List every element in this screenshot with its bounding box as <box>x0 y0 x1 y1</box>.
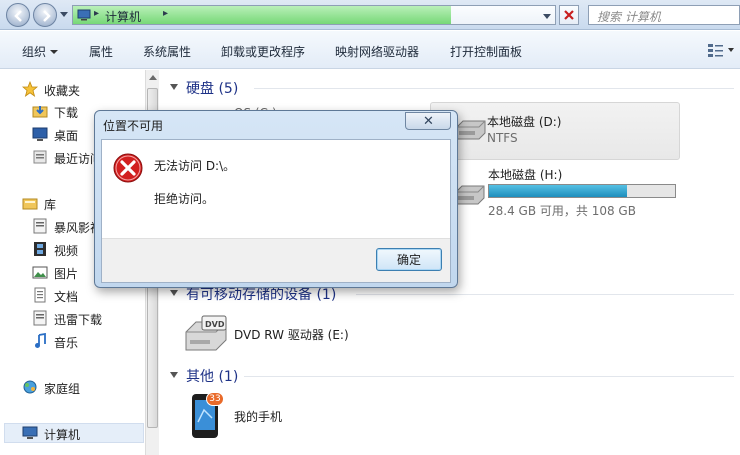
sidebar-item-label: 图片 <box>54 267 79 281</box>
recent-places-icon <box>33 150 47 164</box>
error-icon <box>113 153 143 183</box>
error-detail: 拒绝访问。 <box>154 192 215 206</box>
notification-badge: 33 <box>206 392 224 406</box>
homegroup-icon <box>23 380 37 394</box>
address-field[interactable]: ▸ 计算机 ▸ <box>72 5 556 25</box>
forward-button[interactable] <box>33 3 57 27</box>
hard-drive-icon[interactable] <box>454 184 486 206</box>
film-icon <box>34 242 46 256</box>
uninstall-program-button[interactable]: 卸载或更改程序 <box>221 43 305 60</box>
sidebar-item-label: 下载 <box>54 106 79 120</box>
library-document-icon <box>33 310 47 326</box>
computer-icon <box>77 9 91 21</box>
dvd-drive-icon[interactable]: DVD <box>182 310 230 354</box>
command-bar: 组织 属性 系统属性 卸载或更改程序 映射网络驱动器 打开控制面板 <box>0 31 740 69</box>
desktop-icon <box>32 127 48 141</box>
dvd-drive-label[interactable]: DVD RW 驱动器 (E:) <box>234 326 349 343</box>
arrow-right-icon <box>43 10 51 22</box>
sidebar-item-label: 迅雷下载 <box>54 313 103 327</box>
library-icon <box>22 198 38 210</box>
drive-d-name: 本地磁盘 (D:) <box>487 115 562 129</box>
drive-h-name[interactable]: 本地磁盘 (H:) <box>488 166 562 183</box>
breadcrumb-chevron-icon[interactable]: ▸ <box>163 8 168 19</box>
dialog-close-button[interactable]: ✕ <box>405 112 451 130</box>
collapse-icon <box>170 84 178 90</box>
group-divider <box>244 376 734 377</box>
sidebar-item-label: 视频 <box>54 244 79 258</box>
computer-icon <box>22 426 38 439</box>
group-divider <box>356 294 734 295</box>
search-placeholder: 搜索 计算机 <box>597 10 661 24</box>
close-icon: ✕ <box>423 114 434 129</box>
sidebar-item-label: 文档 <box>54 290 79 304</box>
sidebar-item-label: 音乐 <box>54 336 79 350</box>
scroll-up-icon[interactable] <box>149 75 157 80</box>
organize-button[interactable]: 组织 <box>22 43 59 60</box>
open-control-panel-button[interactable]: 打开控制面板 <box>450 43 522 60</box>
phone-device[interactable]: 33 <box>190 390 224 440</box>
group-label: 其他 (1) <box>186 369 239 385</box>
collapse-icon <box>170 290 178 296</box>
dialog-title: 位置不可用 <box>103 119 164 133</box>
address-bar-region: ▸ 计算机 ▸ 搜索 计算机 <box>0 0 740 30</box>
document-icon <box>34 287 46 303</box>
recent-pages-dropdown[interactable] <box>60 10 68 18</box>
picture-icon <box>32 266 48 279</box>
address-dropdown-icon[interactable] <box>543 12 551 20</box>
system-properties-button[interactable]: 系统属性 <box>143 43 191 60</box>
library-document-icon <box>33 218 47 234</box>
sidebar-item-label: 桌面 <box>54 129 79 143</box>
sidebar-item-label: 计算机 <box>44 428 81 442</box>
phone-label[interactable]: 我的手机 <box>234 408 282 425</box>
error-message: 无法访问 D:\。 <box>154 159 236 173</box>
arrow-left-icon <box>14 10 22 22</box>
dialog-footer: 确定 <box>102 238 450 282</box>
collapse-icon <box>170 372 178 378</box>
group-label: 硬盘 (5) <box>186 81 239 97</box>
search-input[interactable]: 搜索 计算机 <box>588 5 740 25</box>
drive-d-tile[interactable]: 本地磁盘 (D:) NTFS <box>430 102 680 160</box>
chevron-down-icon <box>50 50 59 54</box>
svg-text:DVD: DVD <box>205 320 225 329</box>
breadcrumb-chevron-icon[interactable]: ▸ <box>94 8 99 19</box>
download-folder-icon <box>32 106 48 118</box>
location-unavailable-dialog: 位置不可用 ✕ 无法访问 D:\。 拒绝访问。 确定 <box>94 110 458 288</box>
back-button[interactable] <box>6 3 30 27</box>
music-note-icon <box>35 333 46 348</box>
drive-h-capacity-bar <box>488 184 676 198</box>
star-icon <box>22 81 38 97</box>
drive-h-capacity-fill <box>489 185 627 197</box>
ok-button[interactable]: 确定 <box>376 248 442 271</box>
sidebar-item-label: 家庭组 <box>44 382 81 396</box>
drive-d-filesystem: NTFS <box>487 131 518 145</box>
stop-loading-button[interactable] <box>559 5 579 25</box>
dialog-body: 无法访问 D:\。 拒绝访问。 确定 <box>101 139 451 283</box>
close-icon <box>564 10 574 20</box>
change-view-button[interactable] <box>706 42 736 58</box>
organize-label: 组织 <box>22 45 47 59</box>
breadcrumb-computer[interactable]: 计算机 <box>105 8 141 25</box>
drive-h-free-space: 28.4 GB 可用，共 108 GB <box>488 204 636 218</box>
hard-drive-icon <box>456 120 486 140</box>
properties-button[interactable]: 属性 <box>89 43 113 60</box>
chevron-down-icon <box>728 48 734 52</box>
sidebar-item-label: 收藏夹 <box>44 84 81 98</box>
map-network-drive-button[interactable]: 映射网络驱动器 <box>335 43 419 60</box>
group-divider <box>254 88 734 89</box>
sidebar-item-label: 库 <box>44 198 57 212</box>
